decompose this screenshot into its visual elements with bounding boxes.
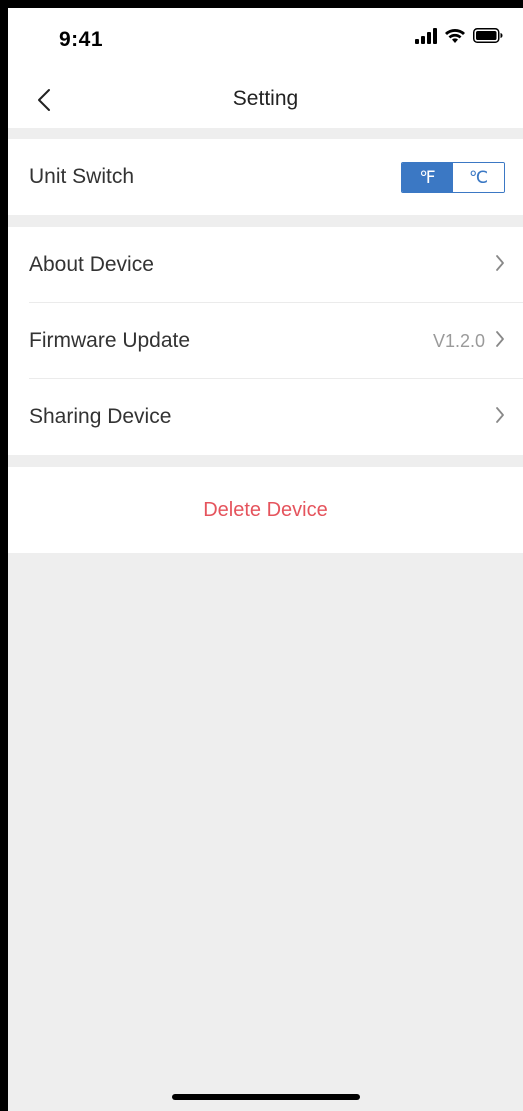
chevron-left-icon — [37, 88, 51, 117]
chevron-right-icon — [495, 406, 505, 429]
about-device-row[interactable]: About Device — [8, 227, 523, 303]
sharing-device-row[interactable]: Sharing Device — [8, 379, 523, 455]
firmware-update-row[interactable]: Firmware Update V1.2.0 — [8, 303, 523, 379]
unit-section: Unit Switch ℉ ℃ — [8, 139, 523, 215]
firmware-update-label: Firmware Update — [29, 329, 191, 352]
navigation-bar: Setting — [8, 76, 523, 128]
status-time: 9:41 — [59, 28, 104, 51]
sharing-device-label: Sharing Device — [29, 405, 172, 428]
about-device-label: About Device — [29, 253, 154, 276]
delete-device-label: Delete Device — [203, 498, 328, 521]
unit-switch[interactable]: ℉ ℃ — [401, 161, 505, 193]
device-section: About Device Firmware Update V1.2.0 Shar… — [8, 227, 523, 455]
unit-switch-row: Unit Switch ℉ ℃ — [8, 139, 523, 215]
fahrenheit-option[interactable]: ℉ — [402, 162, 453, 192]
back-button[interactable] — [26, 84, 62, 120]
page-title: Setting — [232, 87, 299, 110]
delete-section: Delete Device — [8, 467, 523, 553]
status-bar: 9:41 — [8, 8, 523, 76]
delete-device-button[interactable]: Delete Device — [8, 467, 523, 553]
home-indicator — [172, 1094, 360, 1100]
celsius-option[interactable]: ℃ — [453, 162, 504, 192]
phone-screen: 9:41 Setting Unit Switch ℉ ℃ About Devic… — [8, 8, 523, 1111]
cellular-signal-icon — [415, 27, 437, 49]
unit-switch-label: Unit Switch — [29, 165, 135, 188]
status-icons — [415, 27, 503, 49]
battery-icon — [473, 28, 503, 48]
wifi-icon — [444, 28, 466, 49]
chevron-right-icon — [495, 254, 505, 277]
chevron-right-icon — [495, 330, 505, 353]
firmware-version: V1.2.0 — [432, 330, 485, 351]
